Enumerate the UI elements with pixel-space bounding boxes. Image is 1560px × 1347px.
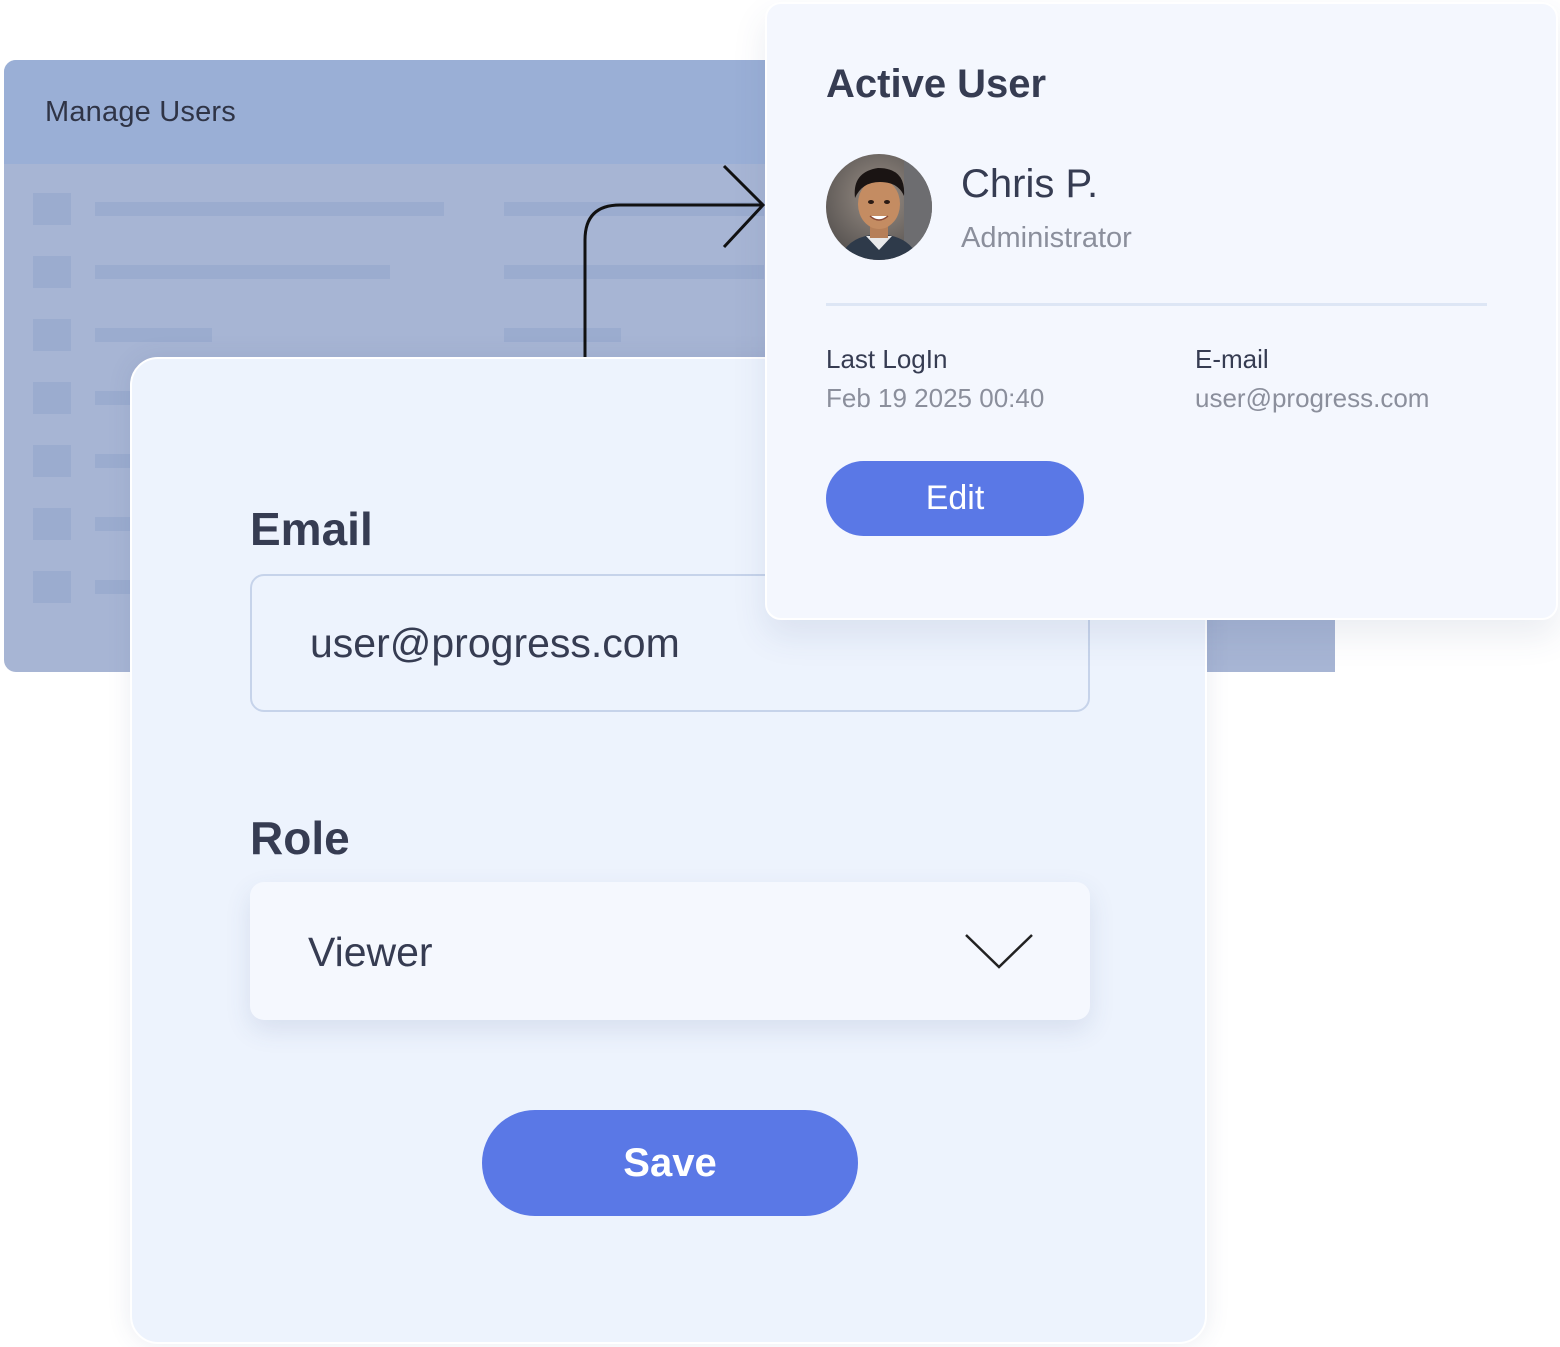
- placeholder-checkbox: [33, 445, 71, 477]
- placeholder-checkbox: [33, 193, 71, 225]
- manage-users-title: Manage Users: [45, 96, 236, 128]
- placeholder-checkbox: [33, 508, 71, 540]
- placeholder-checkbox: [33, 256, 71, 288]
- role-dropdown[interactable]: Viewer: [250, 882, 1090, 1020]
- last-login-label: Last LogIn: [826, 344, 948, 374]
- placeholder-checkbox: [33, 319, 71, 351]
- edit-button[interactable]: Edit: [826, 461, 1084, 536]
- last-login-value: Feb 19 2025 00:40: [826, 383, 1045, 413]
- user-avatar: [826, 154, 932, 260]
- active-user-title: Active User: [826, 62, 1047, 106]
- placeholder-text: [95, 265, 390, 279]
- placeholder-checkbox: [33, 382, 71, 414]
- chevron-down-icon: [965, 934, 1033, 969]
- save-button[interactable]: Save: [482, 1110, 858, 1216]
- role-label: Role: [250, 812, 350, 864]
- email-meta-label: E-mail: [1195, 344, 1269, 374]
- placeholder-text: [504, 202, 764, 216]
- email-label: Email: [250, 503, 373, 555]
- placeholder-checkbox: [33, 571, 71, 603]
- role-selected-value: Viewer: [308, 929, 433, 975]
- user-name: Chris P.: [961, 162, 1099, 206]
- email-meta-value: user@progress.com: [1195, 383, 1430, 413]
- placeholder-text: [95, 328, 212, 342]
- placeholder-text: [95, 202, 444, 216]
- placeholder-text: [504, 265, 764, 279]
- user-role: Administrator: [961, 222, 1132, 254]
- divider: [826, 303, 1487, 306]
- active-user-card: Active User Chris P. Administrator Last …: [765, 2, 1558, 620]
- placeholder-text: [504, 328, 621, 342]
